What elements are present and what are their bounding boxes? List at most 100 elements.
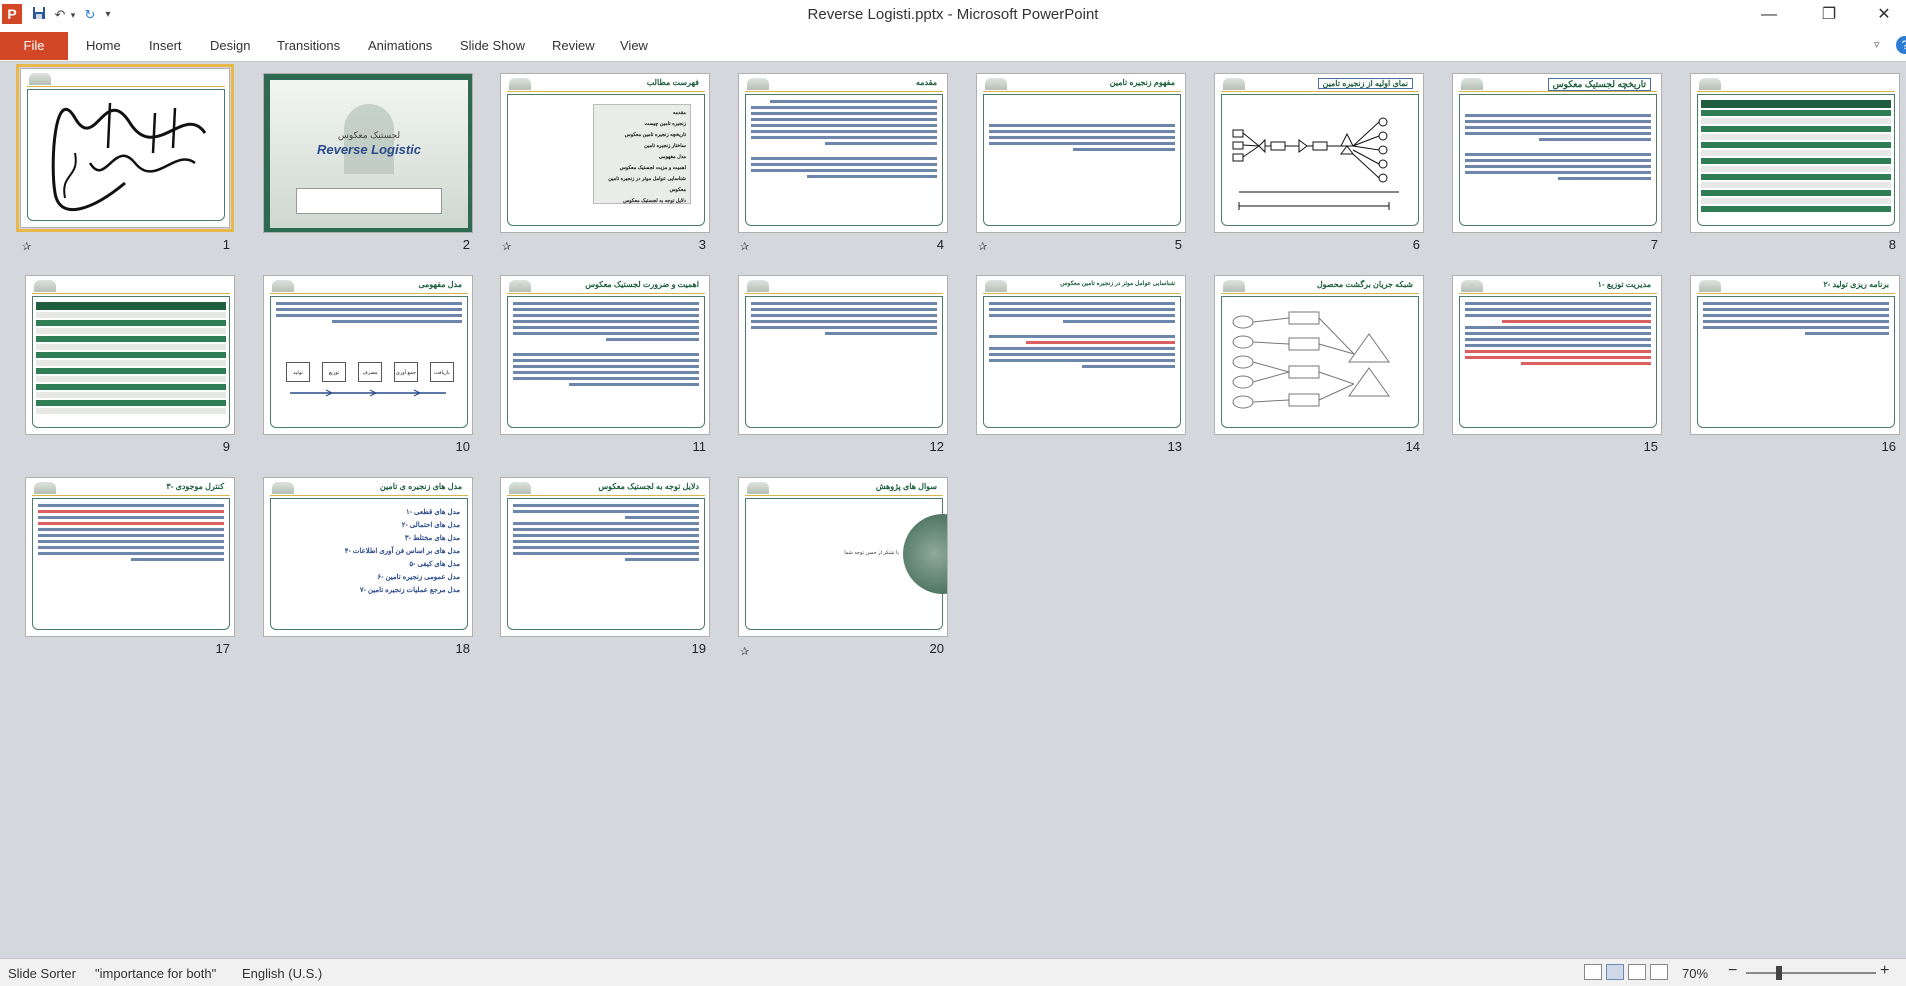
slide-number: 18: [455, 641, 470, 656]
slide-number: 16: [1881, 439, 1896, 454]
redo-icon[interactable]: ↻: [82, 6, 98, 24]
restore-button[interactable]: ❐: [1807, 2, 1851, 28]
undo-dropdown-icon[interactable]: ▾: [68, 6, 78, 24]
toc-item: اهمیت و مزیت لجستیک معکوس: [619, 165, 686, 171]
slide-thumbnail-18[interactable]: مدل های زنجیره ی تامین ۱- مدل های قطعی ۲…: [263, 477, 473, 637]
list-item: ۴- مدل های بر اساس فن آوری اطلاعات: [344, 548, 460, 555]
tab-insert[interactable]: Insert: [149, 38, 182, 53]
slide-body-text: [751, 100, 937, 181]
slide-thumbnail-14[interactable]: شبکه جریان برگشت محصول: [1214, 275, 1424, 435]
slide-sorter-view-icon[interactable]: [1606, 964, 1624, 980]
slide-title: دلایل توجه به لجستیک معکوس: [598, 482, 699, 491]
calligraphy-image: [51, 102, 207, 212]
reading-view-icon[interactable]: [1628, 964, 1646, 980]
slide-thumbnail-8[interactable]: [1690, 73, 1900, 233]
slide-logo: [34, 482, 56, 494]
slide-thumbnail-16[interactable]: ۲- برنامه ریزی تولید: [1690, 275, 1900, 435]
tab-file[interactable]: File: [0, 32, 68, 60]
slide-number: 15: [1643, 439, 1658, 454]
undo-icon[interactable]: ↶: [52, 6, 68, 24]
theme-name[interactable]: "importance for both": [95, 966, 216, 981]
zoom-in-button[interactable]: +: [1880, 962, 1889, 980]
slide-thumbnail-6[interactable]: نمای اولیه از زنجیره تامین: [1214, 73, 1424, 233]
tab-design[interactable]: Design: [210, 38, 250, 53]
animation-star-icon[interactable]: ✰: [22, 241, 34, 253]
tab-slide-show[interactable]: Slide Show: [460, 38, 525, 53]
slide-sorter-pane[interactable]: 1 ✰ لجستیک معکوس Reverse Logistic 2 فهرس…: [0, 63, 1906, 958]
animation-star-icon[interactable]: ✰: [740, 241, 752, 253]
list-item: ۲- مدل های احتمالی: [401, 522, 460, 529]
slide-body-text: [751, 302, 937, 338]
slide-show-icon[interactable]: [1650, 964, 1668, 980]
slide-thumbnail-10[interactable]: مدل مفهومی تولید توزیع مصرف جمع آوری باز…: [263, 275, 473, 435]
return-network-diagram: [1232, 311, 1390, 409]
cover-title-fa: لجستیک معکوس: [337, 130, 401, 140]
slide-thumbnail-3[interactable]: فهرست مطالب مقدمه زنجیره تامین چیست تاری…: [500, 73, 710, 233]
slide-thumbnail-19[interactable]: دلایل توجه به لجستیک معکوس: [500, 477, 710, 637]
zoom-slider-thumb[interactable]: [1776, 966, 1782, 980]
cover-title-en: Reverse Logistic: [316, 142, 422, 157]
slide-thumbnail-12[interactable]: [738, 275, 948, 435]
slide-thumbnail-15[interactable]: ۱- مدیریت توزیع: [1452, 275, 1662, 435]
slide-thumbnail-2[interactable]: لجستیک معکوس Reverse Logistic: [263, 73, 473, 233]
slide-header: [745, 280, 943, 294]
normal-view-icon[interactable]: [1584, 964, 1602, 980]
slide-logo: [34, 280, 56, 292]
slide-logo: [747, 78, 769, 90]
save-icon[interactable]: [30, 6, 48, 24]
slide-title: ۲- برنامه ریزی تولید: [1823, 280, 1889, 289]
flow-box: تولید: [286, 362, 310, 382]
slide-thumbnail-11[interactable]: اهمیت و ضرورت لجستیک معکوس: [500, 275, 710, 435]
slide-thumbnail-7[interactable]: تاریخچه لجستیک معکوس: [1452, 73, 1662, 233]
slide-thumbnail-4[interactable]: مقدمه: [738, 73, 948, 233]
slide-thumbnail-1[interactable]: [16, 64, 234, 232]
slide-title: نمای اولیه از زنجیره تامین: [1317, 78, 1413, 89]
customize-qat-icon[interactable]: ▾: [102, 6, 114, 24]
slide-table: [36, 302, 226, 416]
close-button[interactable]: ✕: [1862, 2, 1906, 28]
slide-body-text: [513, 302, 699, 389]
slide-thumbnail-13[interactable]: شناسایی عوامل موثر در زنجیره تامین معکوس: [976, 275, 1186, 435]
help-icon[interactable]: ?: [1896, 36, 1906, 54]
list-item: ۳- مدل های مختلط: [404, 535, 460, 542]
zoom-level[interactable]: 70%: [1682, 966, 1708, 981]
toc-item: ساختار زنجیره تامین: [644, 143, 686, 149]
slide-title: فهرست مطالب: [646, 78, 699, 87]
view-indicator[interactable]: Slide Sorter: [8, 966, 76, 981]
slide-thumbnail-17[interactable]: ۳- کنترل موجودی: [25, 477, 235, 637]
window-title: Reverse Logisti.pptx - Microsoft PowerPo…: [807, 6, 1099, 23]
slide-thumbnail-5[interactable]: مفهوم زنجیره تامین: [976, 73, 1186, 233]
slide-frame: [983, 94, 1181, 226]
slide-thumbnail-9[interactable]: [25, 275, 235, 435]
zoom-out-button[interactable]: −: [1728, 962, 1737, 980]
minimize-button[interactable]: —: [1747, 2, 1791, 28]
zoom-slider[interactable]: [1746, 972, 1876, 974]
slide-logo: [1461, 78, 1483, 90]
animation-star-icon[interactable]: ✰: [978, 241, 990, 253]
slide-number: 1: [222, 237, 230, 252]
list-item: ۷- مدل مرجع عملیات زنجیره تامین: [359, 587, 460, 594]
slide-number: 11: [692, 439, 707, 454]
tab-transitions[interactable]: Transitions: [277, 38, 340, 53]
tab-animations[interactable]: Animations: [368, 38, 432, 53]
slide-header: [27, 73, 225, 87]
slide-number: 9: [222, 439, 230, 454]
cover-text-box: [296, 188, 442, 214]
slide-number: 12: [929, 439, 944, 454]
collapse-ribbon-icon[interactable]: ▿: [1874, 38, 1880, 51]
toc-item: دلایل توجه به لجستیک معکوس: [623, 198, 686, 204]
slide-thumbnail-20[interactable]: سوال های پژوهش با تشکر از حسن توجه شما: [738, 477, 948, 637]
slide-number: 13: [1167, 439, 1182, 454]
tab-review[interactable]: Review: [552, 38, 595, 53]
slide-number: 4: [936, 237, 944, 252]
list-item: ۶- مدل عمومی زنجیره تامین: [377, 574, 460, 581]
tab-view[interactable]: View: [620, 38, 648, 53]
slide-number: 17: [215, 641, 230, 656]
powerpoint-logo-icon[interactable]: P: [2, 4, 22, 24]
flow-arrows: [290, 389, 446, 397]
toc-item: مقدمه: [672, 110, 686, 116]
animation-star-icon[interactable]: ✰: [502, 241, 514, 253]
tab-home[interactable]: Home: [86, 38, 121, 53]
language-indicator[interactable]: English (U.S.): [242, 966, 322, 981]
animation-star-icon[interactable]: ✰: [740, 646, 752, 658]
